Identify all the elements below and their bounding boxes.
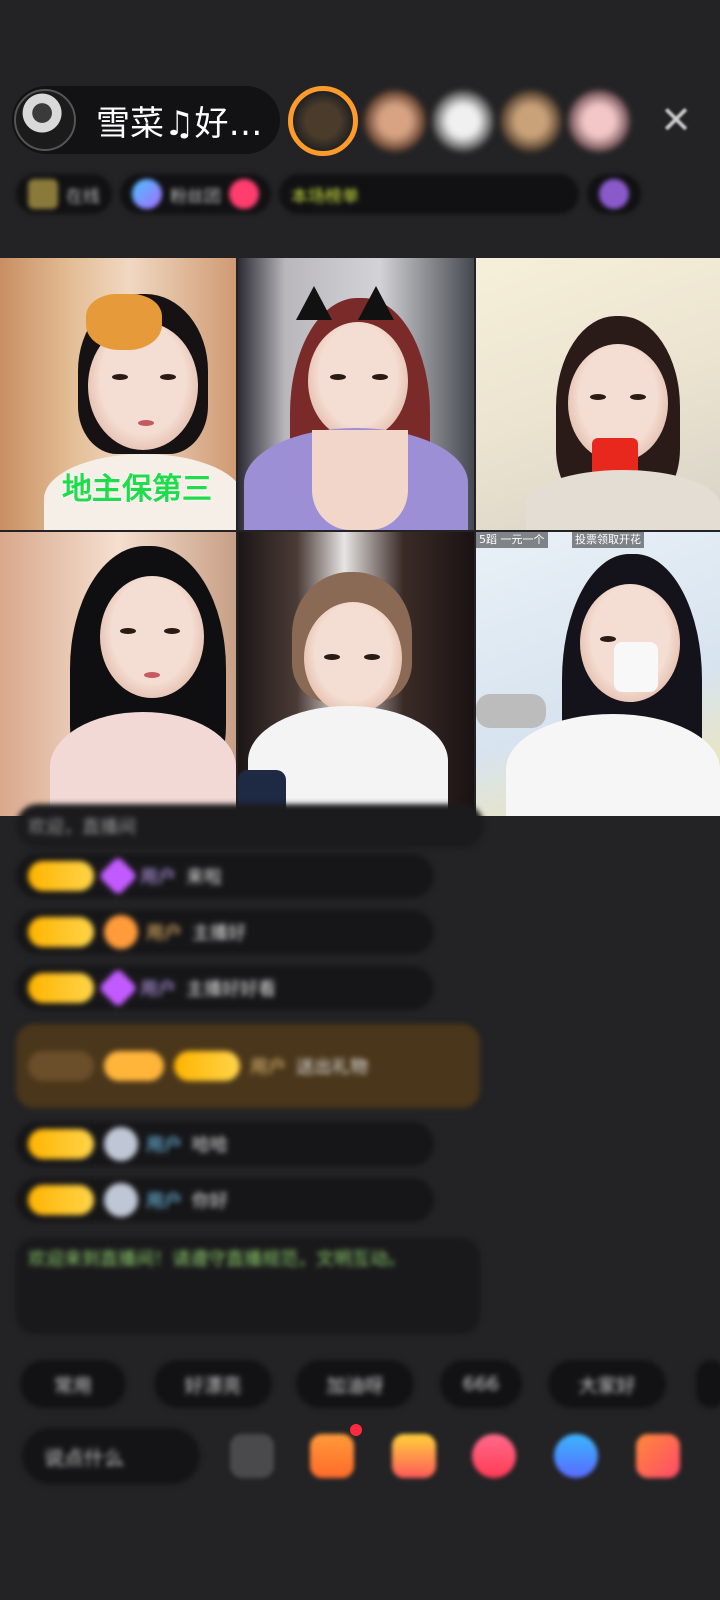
video-tile[interactable] — [476, 258, 720, 530]
bottom-toolbar: 说点什么 — [0, 1422, 720, 1492]
lucky-bag-icon[interactable] — [392, 1434, 436, 1478]
viewer-avatar[interactable] — [364, 90, 426, 152]
heart-gift-icon[interactable] — [472, 1434, 516, 1478]
host-info-pill[interactable]: 雪菜♫好… — [12, 86, 280, 154]
heart-icon — [229, 179, 259, 209]
tissue — [614, 642, 658, 692]
cat-ear-left — [296, 286, 332, 320]
chat-message[interactable]: 用户 主播好 — [16, 910, 434, 954]
video-tile[interactable] — [0, 532, 236, 816]
tile-overlay-text: 地主保第三 — [62, 472, 212, 507]
viewer-avatar[interactable] — [432, 90, 494, 152]
close-icon[interactable]: ✕ — [656, 98, 696, 142]
level-badge — [28, 1185, 94, 1215]
share-icon[interactable] — [554, 1434, 598, 1478]
level-badge — [28, 1129, 94, 1159]
emoji-icon[interactable] — [230, 1434, 274, 1478]
bear-hairclip — [86, 294, 162, 350]
gift-message[interactable]: 用户 送出礼物 — [16, 1024, 480, 1108]
fan-icon — [104, 915, 138, 949]
host-name: 雪菜♫好… — [96, 103, 263, 144]
online-count-chip[interactable]: 在线 — [16, 174, 112, 214]
video-tile[interactable]: 地主保第三 — [0, 258, 236, 530]
chat-message[interactable]: 欢迎，直播间 — [16, 804, 484, 848]
host-avatar[interactable] — [14, 89, 76, 151]
vip-badge — [104, 1051, 164, 1081]
rank-chip[interactable]: 本场榜单 — [279, 174, 579, 214]
room-info-bar: 在线 粉丝团 本场榜单 — [16, 170, 694, 218]
chat-message[interactable]: 用户 你好 — [16, 1178, 434, 1222]
gem-icon — [98, 856, 138, 896]
quick-chip[interactable] — [696, 1360, 720, 1408]
microphone — [476, 694, 546, 728]
chat-message[interactable]: 用户 来啦 — [16, 854, 434, 898]
fan-badge — [174, 1051, 240, 1081]
tile-banner-left: 5蹈 一元一个 — [476, 532, 548, 548]
quick-chip[interactable]: 加油呀 — [296, 1360, 414, 1408]
chat-message[interactable]: 用户 主播好好看 — [16, 966, 434, 1010]
chat-input[interactable]: 说点什么 — [22, 1428, 200, 1484]
quick-chip[interactable]: 常用 — [20, 1360, 126, 1408]
video-tile[interactable] — [476, 532, 720, 816]
avatar — [104, 1127, 138, 1161]
quick-chip[interactable]: 好漂亮 — [154, 1360, 272, 1408]
level-badge — [28, 917, 94, 947]
quick-chip[interactable]: 666 — [440, 1360, 522, 1408]
fans-chip[interactable]: 粉丝团 — [120, 174, 271, 214]
gift-icon — [599, 179, 629, 209]
level-badge — [28, 1051, 94, 1081]
system-notice: 欢迎来到直播间！请遵守直播规范，文明互动。 — [16, 1238, 480, 1334]
fan-icon — [132, 179, 162, 209]
top-viewers-row — [288, 86, 636, 156]
gem-icon — [98, 968, 138, 1008]
crown-icon — [28, 179, 58, 209]
cat-ear-right — [358, 286, 394, 320]
quick-reply-row: 常用 好漂亮 加油呀 666 大家好 — [20, 1360, 720, 1410]
tile-banner-right: 投票领取开花 — [572, 532, 644, 548]
quick-chip[interactable]: 大家好 — [548, 1360, 666, 1408]
video-tile[interactable] — [238, 258, 474, 530]
viewer-avatar[interactable] — [568, 90, 630, 152]
video-tile[interactable] — [238, 532, 474, 816]
chat-message[interactable]: 用户 哈哈 — [16, 1122, 434, 1166]
viewer-avatar[interactable] — [288, 86, 358, 156]
level-badge — [28, 973, 94, 1003]
activity-chip[interactable] — [587, 174, 641, 214]
more-icon[interactable] — [636, 1434, 680, 1478]
level-badge — [28, 861, 94, 891]
viewer-avatar[interactable] — [500, 90, 562, 152]
multi-guest-video-grid: 地主保第三 5蹈 一元一个 投票领取开花 — [0, 258, 720, 816]
notification-dot — [350, 1424, 362, 1436]
avatar — [104, 1183, 138, 1217]
gift-box-icon[interactable] — [310, 1434, 354, 1478]
